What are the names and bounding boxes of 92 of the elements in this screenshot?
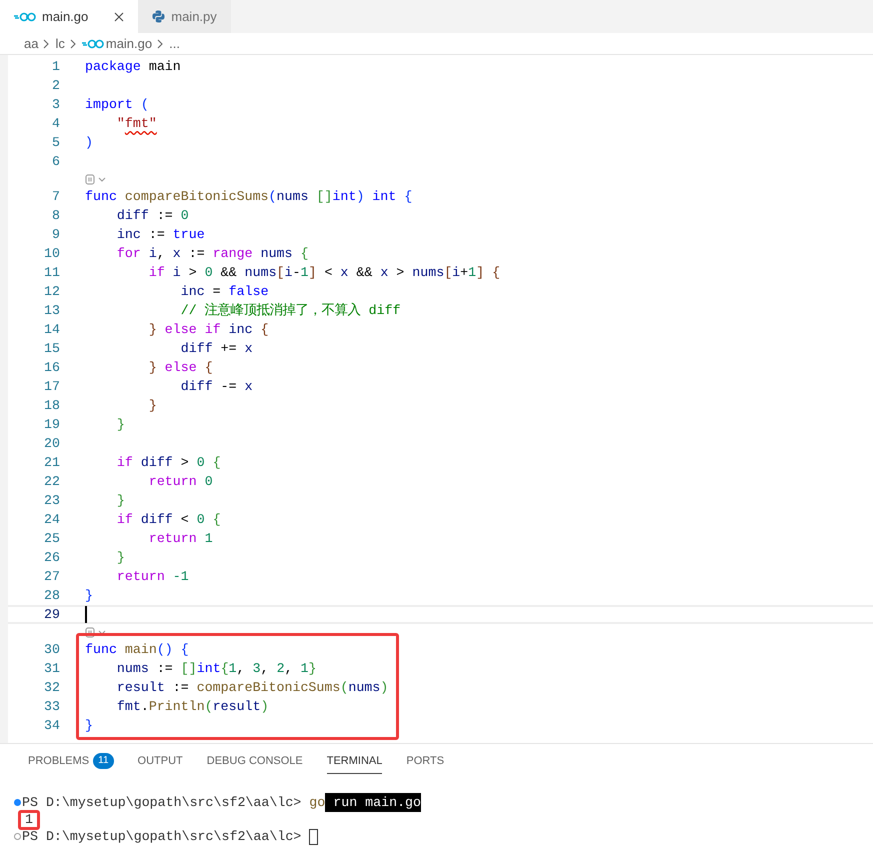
code-line: } <box>116 492 125 510</box>
panel-tab[interactable]: PROBLEMS 11 <box>28 752 114 774</box>
breadcrumb-item[interactable]: aa <box>24 34 38 54</box>
panel-tab[interactable]: DEBUG CONSOLE <box>206 752 303 774</box>
code-line: nums := []int{1, 3, 2, 1} <box>116 660 316 678</box>
line-number: 11 <box>43 264 60 282</box>
tab-label: main.go <box>42 8 88 26</box>
code-line: } <box>148 397 157 415</box>
breadcrumb-item[interactable]: ... <box>169 34 180 54</box>
chevron-right-icon <box>157 38 164 48</box>
editor-tab[interactable]: main.py <box>138 0 231 33</box>
code-line: } <box>116 416 125 434</box>
line-number: 24 <box>43 511 60 529</box>
line-number: 10 <box>43 245 60 263</box>
line-number: 1 <box>51 58 60 76</box>
line-number: 25 <box>43 530 60 548</box>
line-number: 15 <box>43 340 60 358</box>
code-line: import ( <box>85 96 149 114</box>
code-line: return 0 <box>148 473 213 491</box>
line-number: 8 <box>51 207 60 225</box>
codelens-icon[interactable] <box>85 626 107 638</box>
line-number: 18 <box>43 397 60 415</box>
code-line: diff += x <box>180 340 253 358</box>
code-line: return -1 <box>116 568 189 586</box>
selected-text: run main.go <box>325 792 422 812</box>
line-number: 19 <box>43 416 60 434</box>
line-number: 29 <box>43 606 60 624</box>
code-line: } <box>85 587 93 605</box>
line-number: 2 <box>51 77 60 95</box>
line-number: 21 <box>43 454 60 472</box>
code-line: diff -= x <box>180 378 253 396</box>
line-number: 30 <box>43 641 60 659</box>
code-line: } <box>116 549 125 567</box>
chevron-right-icon <box>43 38 50 48</box>
line-number: 14 <box>43 321 60 339</box>
line-number: 22 <box>43 473 60 491</box>
line-number: 20 <box>43 435 60 453</box>
chevron-right-icon <box>70 38 77 48</box>
count-badge: 11 <box>93 752 114 769</box>
line-number: 12 <box>43 283 60 301</box>
line-number: 27 <box>43 568 60 586</box>
line-number: 16 <box>43 359 60 377</box>
code-line: func main() { <box>85 641 189 659</box>
line-number: 13 <box>43 302 60 320</box>
line-number: 6 <box>51 153 60 171</box>
line-number: 31 <box>43 660 60 678</box>
line-number: 34 <box>43 717 60 735</box>
line-number: 33 <box>43 698 60 716</box>
panel-tab[interactable]: PORTS <box>406 752 444 774</box>
code-line: inc = false <box>180 283 269 301</box>
code-line: } <box>85 717 93 735</box>
line-number: 26 <box>43 549 60 567</box>
code-line: package main <box>85 58 181 76</box>
line-number: 32 <box>43 679 60 697</box>
code-line: "fmt" <box>116 115 157 133</box>
go-file-icon <box>82 38 104 48</box>
tab-label: main.py <box>171 8 217 26</box>
terminal-prompt: PS D:\mysetup\gopath\src\sf2\aa\lc> <box>22 828 302 846</box>
terminal-command: go <box>309 794 326 812</box>
terminal-prompt: PS D:\mysetup\gopath\src\sf2\aa\lc> <box>22 794 302 812</box>
breadcrumb-item[interactable]: main.go <box>106 34 152 54</box>
code-line: } else if inc { <box>148 321 269 339</box>
code-line: if i > 0 && nums[i-1] < x && x > nums[i+1] { <box>148 264 500 282</box>
breadcrumb-item[interactable]: lc <box>55 34 65 54</box>
panel-tab[interactable]: TERMINAL <box>326 752 382 774</box>
line-number: 9 <box>51 226 60 244</box>
editor-tab[interactable]: main.go <box>0 0 138 33</box>
line-number: 17 <box>43 378 60 396</box>
line-number: 5 <box>51 134 60 152</box>
line-number: 7 <box>51 188 60 206</box>
code-line: return 1 <box>148 530 213 548</box>
code-line: } else { <box>148 359 213 377</box>
code-line: inc := true <box>116 226 205 244</box>
code-line: ) <box>85 134 93 152</box>
panel-tab[interactable]: OUTPUT <box>138 752 183 774</box>
line-number: 4 <box>51 115 60 133</box>
terminal-output: 1 <box>18 810 40 830</box>
close-icon[interactable] <box>114 12 124 22</box>
code-line: diff := 0 <box>116 207 189 225</box>
code-line: result := compareBitonicSums(nums) <box>116 679 388 697</box>
code-line: fmt.Println(result) <box>116 698 269 716</box>
code-line: func compareBitonicSums(nums []int) int { <box>85 188 412 206</box>
line-number: 28 <box>43 587 60 605</box>
codelens-icon[interactable] <box>85 174 107 184</box>
python-file-icon <box>152 10 166 23</box>
code-line: for i, x := range nums { <box>116 245 308 263</box>
code-line: if diff > 0 { <box>116 454 221 472</box>
line-number: 3 <box>51 96 60 114</box>
code-line: if diff < 0 { <box>116 511 221 529</box>
line-number: 23 <box>43 492 60 510</box>
go-file-icon <box>14 12 36 22</box>
code-line: // 注意峰顶抵消掉了，不算入 diff <box>180 302 401 320</box>
